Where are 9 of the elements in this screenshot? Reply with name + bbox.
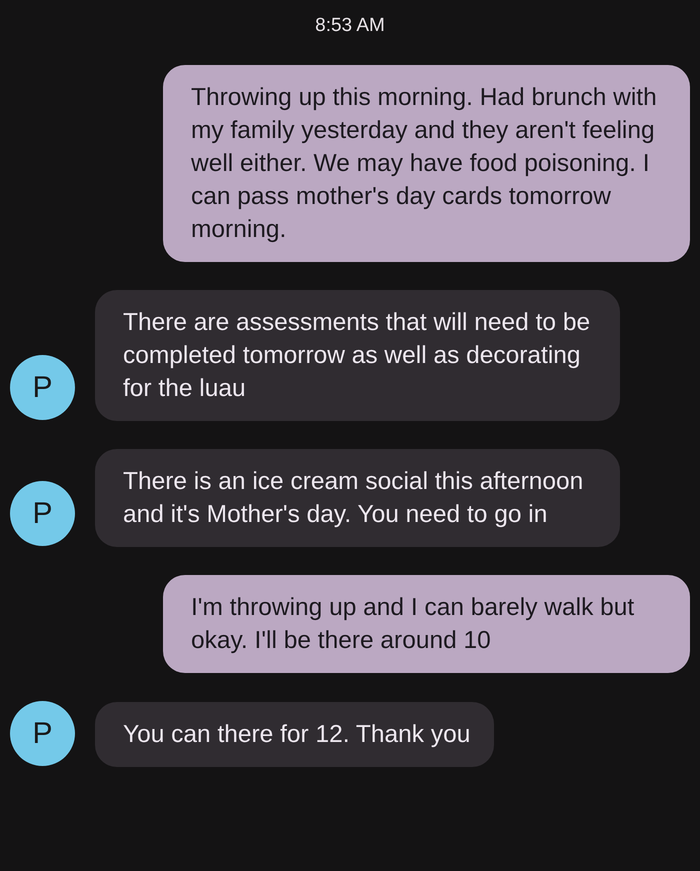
timestamp: 8:53 AM	[315, 14, 385, 38]
received-message-bubble: There is an ice cream social this afternoon and it's Mother's day. You need to go in	[95, 448, 620, 546]
received-message-bubble: There are assessments that will need to be completed tomorrow as well as decorating for the luau	[95, 290, 620, 420]
avatar: P	[10, 480, 75, 546]
sent-message-bubble: I'm throwing up and I can barely walk but okay. I'll be there around 10	[163, 574, 690, 672]
avatar: P	[10, 354, 75, 420]
received-message-bubble: You can there for 12. Thank you	[95, 702, 494, 766]
sent-message-bubble: Throwing up this morning. Had brunch with my family yesterday and they aren't feeling well either. We may have food poisoning. I can pass mother's day cards tomorrow morning.	[163, 64, 690, 262]
avatar: P	[10, 700, 75, 766]
